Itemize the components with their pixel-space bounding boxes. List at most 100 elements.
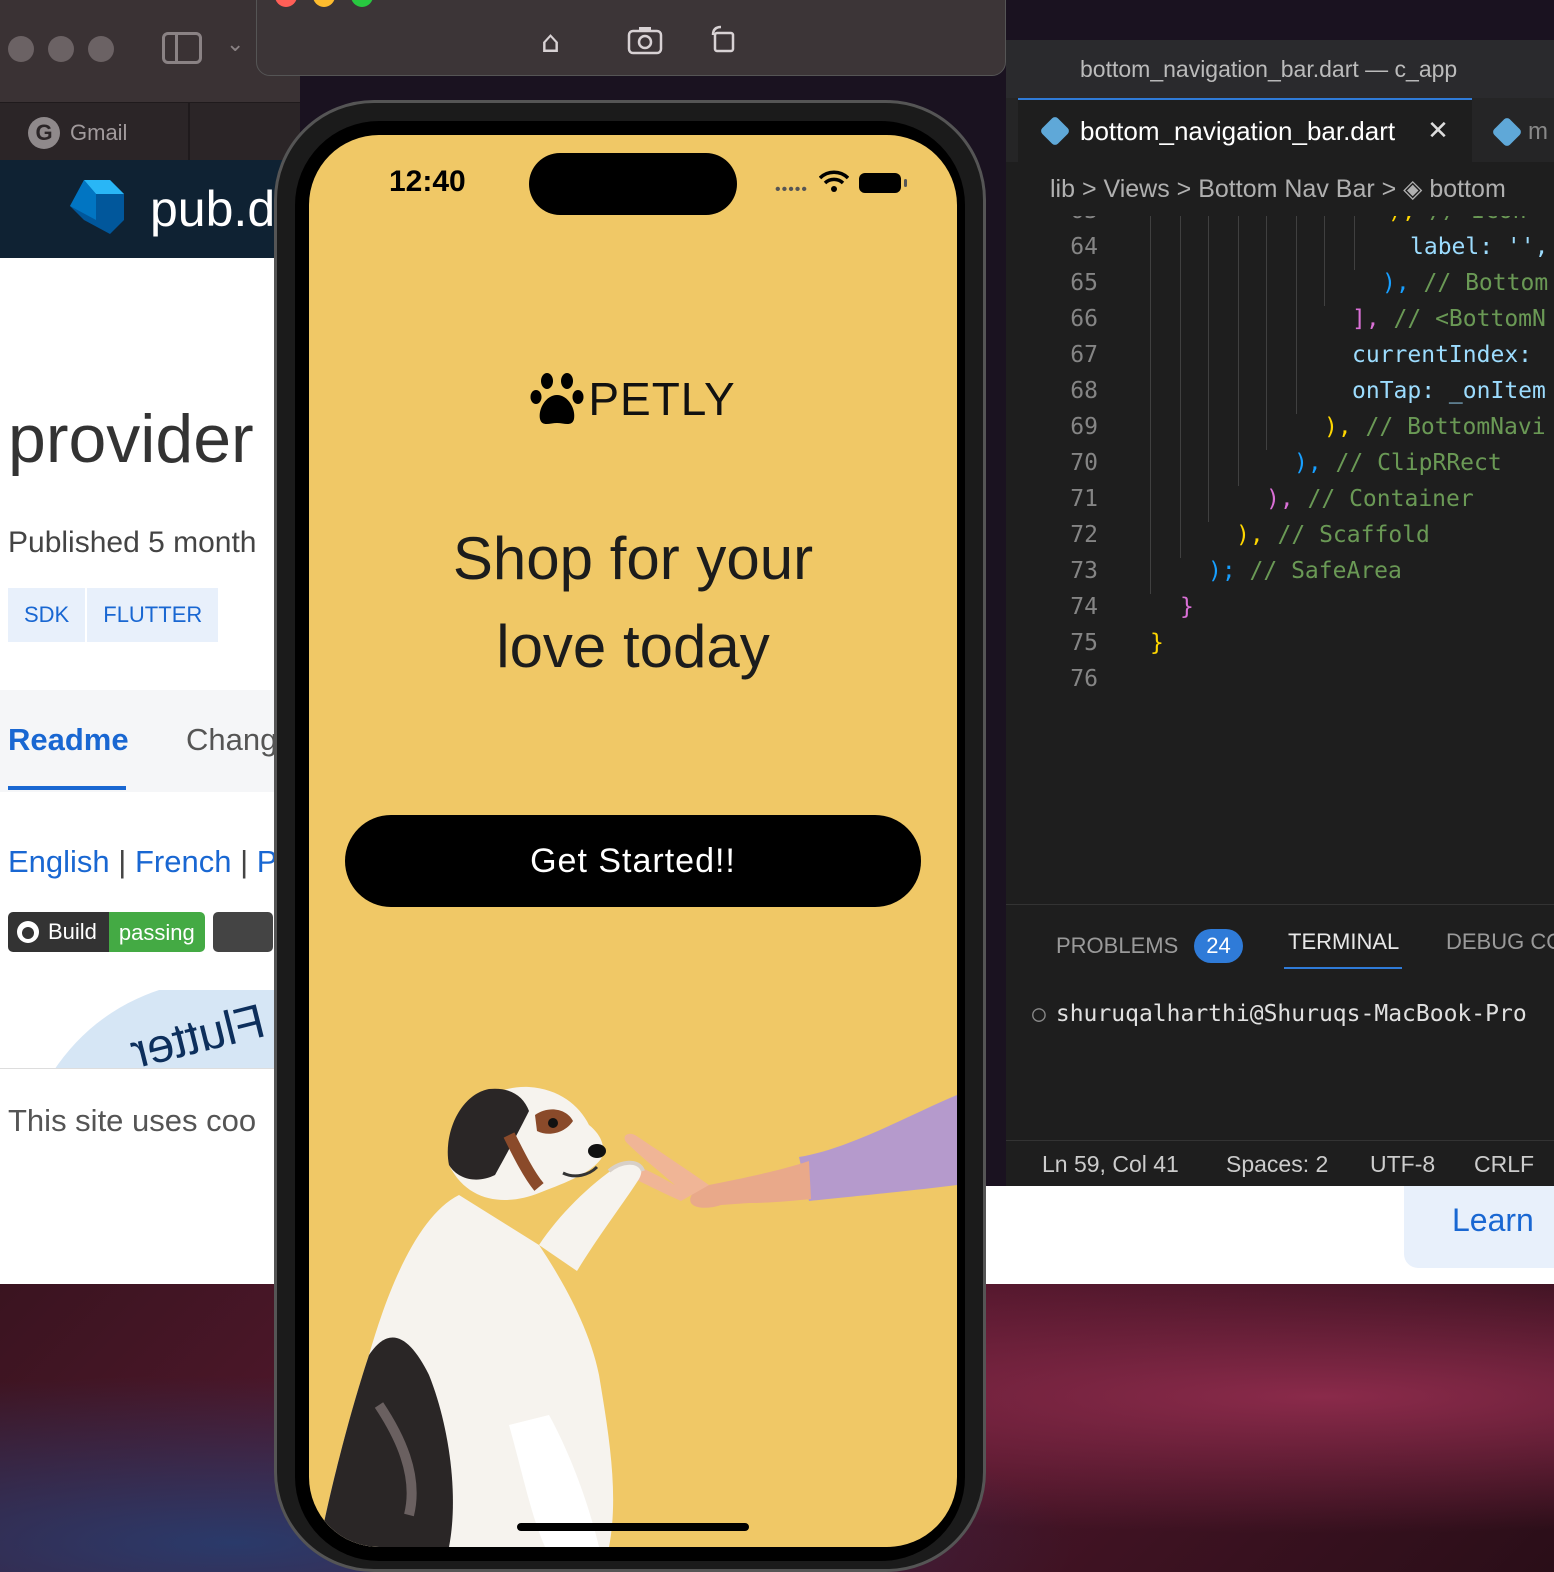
indent-guide	[1266, 414, 1267, 450]
line-number: 65	[1070, 270, 1098, 296]
code-line[interactable]: 76	[1006, 666, 1554, 702]
indent-guide	[1266, 306, 1267, 342]
line-number: 64	[1070, 234, 1098, 260]
link-french[interactable]: French	[135, 844, 231, 879]
google-icon: G	[28, 117, 60, 149]
build-status-badge[interactable]: Build passing	[8, 912, 205, 952]
dog-high-five-image	[319, 1086, 957, 1547]
code-text: ), // Scaffold	[1236, 522, 1430, 548]
code-text: ); // SafeArea	[1208, 558, 1402, 584]
status-indentation[interactable]: Spaces: 2	[1226, 1141, 1328, 1187]
sidebar-toggle-icon[interactable]	[162, 32, 202, 64]
indent-guide	[1150, 270, 1151, 306]
indent-guide	[1238, 450, 1239, 486]
code-editor[interactable]: 63), // Icon 64 label: '', 65), // Bottom 66…	[1006, 216, 1554, 936]
tab-problems-label: PROBLEMS	[1056, 933, 1179, 958]
code-text: ], // <BottomN	[1352, 306, 1546, 332]
brand-logo: PETLY	[309, 369, 957, 429]
code-line[interactable]: 74}	[1006, 594, 1554, 630]
terminal-prompt[interactable]: ○ shuruqalharthi@Shuruqs-MacBook-Pro	[1032, 1001, 1527, 1027]
sim-zoom-button[interactable]	[351, 0, 373, 7]
code-line[interactable]: 69), // BottomNavi	[1006, 414, 1554, 450]
indent-guide	[1208, 414, 1209, 450]
site-name[interactable]: pub.d	[150, 180, 275, 238]
code-line[interactable]: 66 ], // <BottomN	[1006, 306, 1554, 342]
indent-guide	[1354, 234, 1355, 270]
package-title: provider	[8, 401, 254, 477]
tab-bottom-navigation-bar[interactable]: bottom_navigation_bar.dart ✕	[1018, 98, 1472, 162]
indent-guide	[1238, 414, 1239, 450]
bottom-panel: PROBLEMS 24 TERMINAL DEBUG CO ○ shuruqalha…	[1006, 904, 1554, 1140]
code-line[interactable]: 72), // Scaffold	[1006, 522, 1554, 558]
indent-guide	[1208, 342, 1209, 378]
link-english[interactable]: English	[8, 844, 110, 879]
editor-tabs: bottom_navigation_bar.dart ✕ m	[1006, 98, 1554, 162]
code-text: label: '',	[1410, 234, 1549, 260]
code-line[interactable]: 75}	[1006, 630, 1554, 666]
tab-changelog[interactable]: Chang	[186, 722, 277, 758]
sim-minimize-button[interactable]	[313, 0, 335, 7]
problems-count-badge: 24	[1194, 929, 1243, 963]
tab-readme[interactable]: Readme	[8, 722, 129, 758]
tab-terminal[interactable]: TERMINAL	[1288, 929, 1399, 955]
code-line[interactable]: 70), // ClipRRect	[1006, 450, 1554, 486]
tab-divider	[188, 103, 190, 161]
badge-sdk[interactable]: SDK	[8, 588, 86, 642]
learn-more-button[interactable]: Learn	[1404, 1186, 1554, 1268]
get-started-button[interactable]: Get Started!!	[345, 815, 921, 907]
tab-next-file[interactable]: m	[1491, 116, 1548, 148]
iphone-simulator: 12:40 ••••• PETLY Shop for your love tod…	[274, 100, 986, 1572]
published-date: Published 5 month	[8, 526, 257, 559]
status-line-ending[interactable]: CRLF	[1474, 1141, 1534, 1187]
home-indicator[interactable]	[517, 1523, 749, 1531]
dart-logo-icon[interactable]	[66, 176, 128, 238]
indent-guide	[1180, 216, 1181, 234]
tab-debug-console[interactable]: DEBUG CO	[1446, 929, 1554, 955]
lang-separator: |	[109, 844, 135, 879]
line-number: 66	[1070, 306, 1098, 332]
home-icon[interactable]: ⌂	[541, 25, 560, 60]
sim-close-button[interactable]	[275, 0, 297, 7]
close-icon[interactable]: ✕	[1427, 116, 1449, 146]
indent-guide	[1354, 216, 1355, 234]
indent-guide	[1208, 378, 1209, 414]
status-time: 12:40	[389, 165, 466, 198]
window-close-button[interactable]	[8, 36, 34, 62]
line-number: 63	[1036, 216, 1098, 224]
indent-guide	[1238, 378, 1239, 414]
indent-guide	[1150, 216, 1151, 234]
breadcrumb[interactable]: lib > Views > Bottom Nav Bar > ◈ bottom	[1006, 162, 1554, 216]
code-text: }	[1180, 594, 1194, 620]
window-minimize-button[interactable]	[48, 36, 74, 62]
indent-guide	[1150, 558, 1151, 594]
indent-guide	[1150, 378, 1151, 414]
tab-problems[interactable]: PROBLEMS 24	[1056, 929, 1243, 963]
indent-guide	[1150, 414, 1151, 450]
code-line[interactable]: 73); // SafeArea	[1006, 558, 1554, 594]
code-line[interactable]: 64 label: '',	[1006, 234, 1554, 270]
indent-guide	[1296, 378, 1297, 414]
window-zoom-button[interactable]	[88, 36, 114, 62]
cookie-banner: This site uses coo	[0, 1068, 300, 1284]
language-links: English | French | P	[8, 844, 277, 880]
code-line[interactable]: 63), // Icon	[1006, 216, 1554, 234]
coverage-badge[interactable]	[212, 912, 273, 952]
tab-filename: bottom_navigation_bar.dart	[1080, 115, 1396, 146]
dart-file-icon	[1491, 116, 1523, 148]
indent-guide	[1296, 306, 1297, 342]
indent-guide	[1296, 216, 1297, 234]
code-line[interactable]: 68 onTap: _onItem	[1006, 378, 1554, 414]
code-line[interactable]: 67 currentIndex:	[1006, 342, 1554, 378]
status-encoding[interactable]: UTF-8	[1370, 1141, 1435, 1187]
app-screen: 12:40 ••••• PETLY Shop for your love tod…	[309, 135, 957, 1547]
rotate-icon[interactable]	[709, 25, 739, 63]
badge-flutter[interactable]: FLUTTER	[87, 588, 219, 642]
vscode-title: bottom_navigation_bar.dart — c_app	[1006, 40, 1554, 98]
indent-guide	[1266, 234, 1267, 270]
tab-gmail[interactable]: G Gmail	[28, 117, 127, 149]
chevron-down-icon[interactable]: ⌄	[226, 32, 244, 57]
code-line[interactable]: 71), // Container	[1006, 486, 1554, 522]
status-cursor-position[interactable]: Ln 59, Col 41	[1042, 1141, 1179, 1187]
screenshot-icon[interactable]	[627, 25, 663, 63]
code-line[interactable]: 65), // Bottom	[1006, 270, 1554, 306]
